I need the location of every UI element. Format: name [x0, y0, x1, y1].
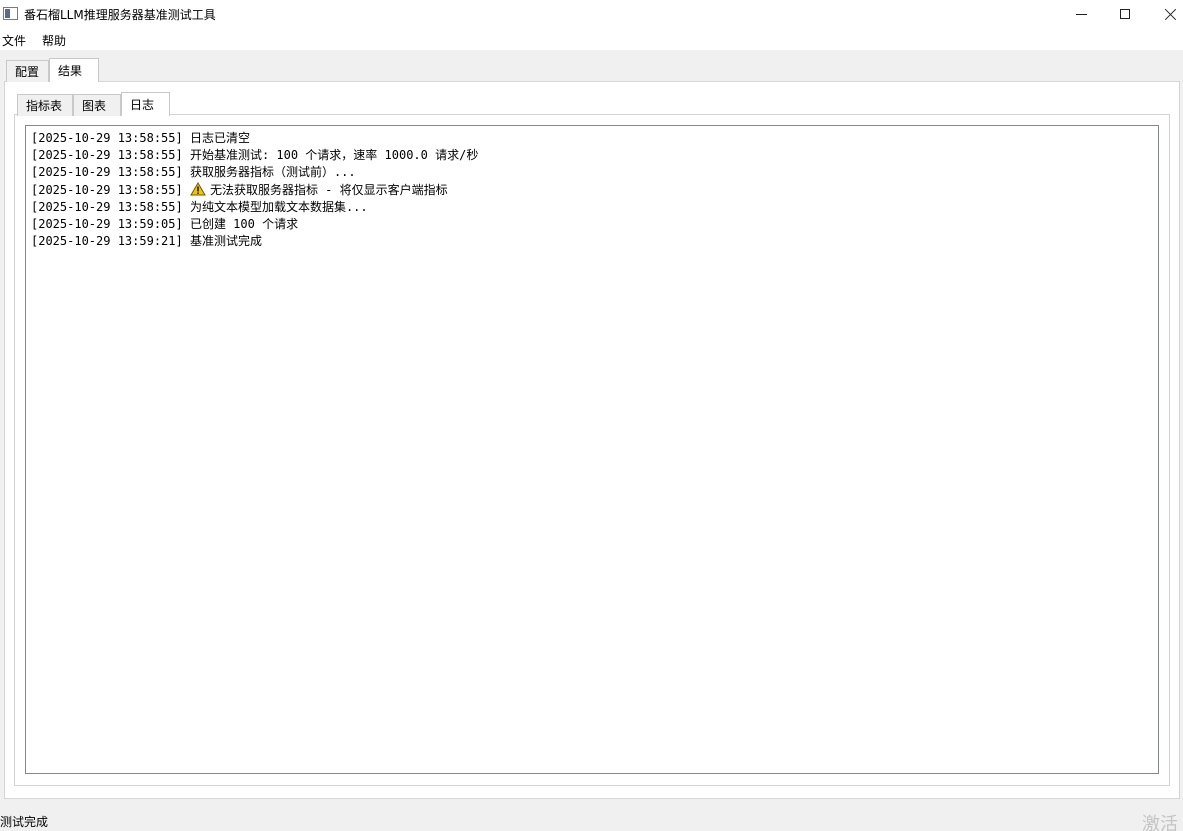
log-output[interactable]: [2025-10-29 13:58:55] 日志已清空 [2025-10-29 1… [25, 125, 1159, 774]
log-line: [2025-10-29 13:58:55] 开始基准测试: 100 个请求，速率… [31, 147, 1153, 164]
close-button[interactable] [1148, 0, 1183, 28]
log-timestamp: [2025-10-29 13:58:55] [31, 199, 183, 214]
log-message: 为纯文本模型加载文本数据集... [189, 199, 368, 214]
window-title: 番石榴LLM推理服务器基准测试工具 [24, 8, 216, 22]
app-icon [3, 7, 18, 20]
maximize-button[interactable] [1102, 0, 1148, 28]
log-line: [2025-10-29 13:59:05] 已创建 100 个请求 [31, 216, 1153, 233]
log-timestamp: [2025-10-29 13:58:55] [31, 182, 183, 197]
log-message: 日志已清空 [189, 131, 250, 145]
log-message: 开始基准测试: 100 个请求，速率 1000.0 请求/秒 [189, 148, 479, 163]
log-line: [2025-10-29 13:58:55] 无法获取服务器指标 - 将仅显示客户… [31, 181, 1153, 199]
log-line: [2025-10-29 13:58:55] 为纯文本模型加载文本数据集... [31, 199, 1153, 216]
log-line: [2025-10-29 13:58:55] 日志已清空 [31, 130, 1153, 147]
log-message: 已创建 100 个请求 [189, 216, 299, 231]
activation-watermark: 激活 [1142, 814, 1178, 831]
minimize-button[interactable] [1058, 0, 1104, 28]
minimize-icon [1075, 13, 1087, 15]
log-message: 无法获取服务器指标 - 将仅显示客户端指标 [209, 182, 448, 197]
status-text: 测试完成 [0, 815, 49, 829]
log-timestamp: [2025-10-29 13:58:55] [31, 148, 183, 163]
log-timestamp: [2025-10-29 13:58:55] [31, 131, 183, 145]
menu-bar: 文件 帮助 [0, 28, 1183, 50]
log-timestamp: [2025-10-29 13:59:05] [31, 216, 183, 231]
status-bar: 测试完成 激活 [0, 810, 1183, 831]
tab-log[interactable]: 日志 [121, 92, 170, 116]
tab-metrics[interactable]: 指标表 [17, 94, 73, 116]
warning-icon [190, 181, 206, 196]
log-line: [2025-10-29 13:58:55] 获取服务器指标（测试前）... [31, 164, 1153, 181]
tab-results[interactable]: 结果 [49, 58, 99, 82]
log-timestamp: [2025-10-29 13:58:55] [31, 165, 183, 180]
log-message: 获取服务器指标（测试前）... [189, 165, 356, 180]
tab-config[interactable]: 配置 [6, 60, 49, 82]
close-icon [1165, 8, 1177, 20]
title-bar[interactable]: 番石榴LLM推理服务器基准测试工具 [0, 0, 1183, 28]
log-timestamp: [2025-10-29 13:59:21] [31, 234, 183, 249]
menu-file[interactable]: 文件 [2, 32, 26, 49]
log-message: 基准测试完成 [189, 234, 262, 249]
maximize-icon [1120, 9, 1130, 19]
menu-help[interactable]: 帮助 [42, 32, 66, 49]
tab-chart[interactable]: 图表 [73, 94, 121, 116]
log-line: [2025-10-29 13:59:21] 基准测试完成 [31, 233, 1153, 250]
